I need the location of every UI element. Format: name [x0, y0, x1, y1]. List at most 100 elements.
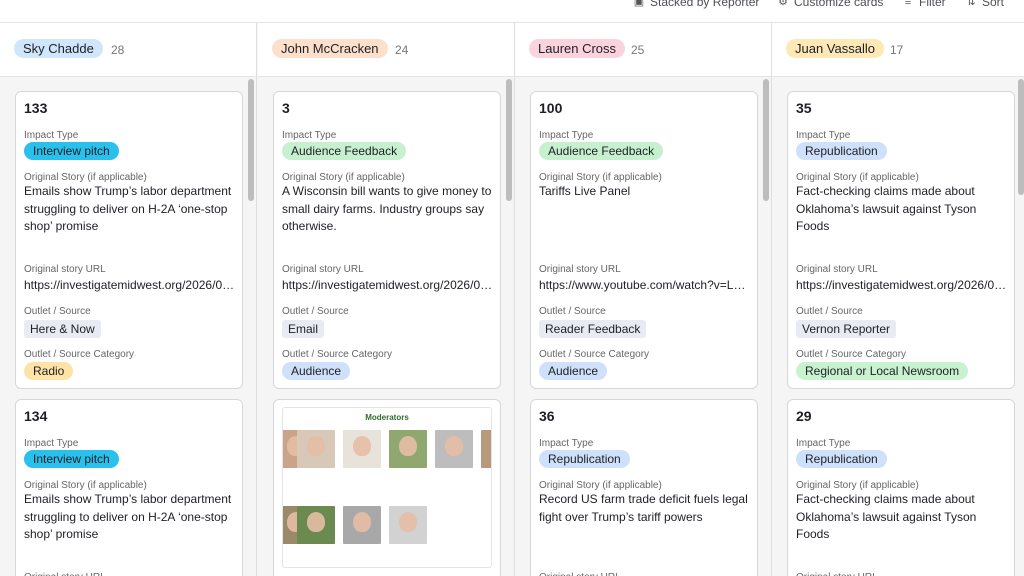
sort-icon: ⇅ [966, 0, 976, 8]
original-url-label: Original story URL [24, 264, 106, 275]
outlet-category-label: Outlet / Source Category [24, 349, 135, 360]
customize-icon: ⚙ [778, 0, 788, 8]
column-count: 28 [111, 43, 125, 57]
record-card[interactable]: 134 Impact Type Interview pitch Original… [15, 399, 243, 576]
moderator-photo [389, 506, 427, 544]
column-count: 25 [631, 43, 645, 57]
impact-type-label: Impact Type [796, 130, 851, 141]
original-story-label: Original Story (if applicable) [539, 172, 662, 183]
record-id: 29 [796, 408, 812, 424]
sort-label: Sort [982, 0, 1005, 9]
original-url-label: Original story URL [539, 264, 621, 275]
filter-label: Filter [919, 0, 946, 9]
column-scrollbar[interactable] [1018, 79, 1024, 195]
column-name[interactable]: John McCracken [272, 39, 388, 58]
moderator-photo [481, 430, 491, 468]
original-url-value[interactable]: https://investigatemidwest.org/2026/01..… [282, 278, 494, 292]
column-header: John McCracken 24 [258, 23, 514, 77]
column-count: 24 [395, 43, 409, 57]
outlet-category-label: Outlet / Source Category [796, 349, 907, 360]
original-story-text: Tariffs Live Panel [539, 184, 631, 198]
original-story-text: Emails show Trump’s labor department str… [24, 184, 232, 233]
column-name[interactable]: Lauren Cross [529, 39, 626, 58]
sort-button[interactable]: ⇅ Sort [965, 0, 1004, 9]
record-id: 100 [539, 100, 563, 116]
original-url-value[interactable]: https://www.youtube.com/watch?v=LQ... [539, 278, 751, 292]
record-id: 36 [539, 408, 555, 424]
outlet-source-label: Outlet / Source [24, 306, 91, 317]
original-url-value[interactable]: https://investigatemidwest.org/2026/01..… [796, 278, 1008, 292]
stacked-by-button[interactable]: ▣ Stacked by Reporter [633, 0, 760, 9]
original-story-label: Original Story (if applicable) [24, 172, 147, 183]
record-card[interactable]: 3 Impact Type Audience Feedback Original… [273, 91, 501, 389]
impact-type-label: Impact Type [24, 130, 79, 141]
column-sky-chadde: Sky Chadde 28 133 Impact Type Interview … [0, 23, 257, 576]
original-story-label: Original Story (if applicable) [796, 480, 919, 491]
customize-cards-button[interactable]: ⚙ Customize cards [777, 0, 883, 9]
original-story-text: Fact-checking claims made about Oklahoma… [796, 492, 977, 541]
moderator-photo [435, 430, 473, 468]
original-story-label: Original Story (if applicable) [282, 172, 405, 183]
stacked-by-label: Stacked by Reporter [650, 0, 760, 9]
outlet-category-pill: Regional or Local Newsroom [796, 362, 969, 380]
record-card[interactable]: Moderators [273, 399, 501, 576]
original-url-label: Original story URL [539, 572, 621, 576]
outlet-category-pill: Radio [24, 362, 74, 380]
original-story-text: A Wisconsin bill wants to give money to … [282, 184, 492, 233]
customize-cards-label: Customize cards [794, 0, 884, 9]
outlet-source-chip: Email [282, 320, 325, 338]
moderator-photo [389, 430, 427, 468]
impact-type-pill: Republication [796, 142, 887, 160]
original-story-text: Fact-checking claims made about Oklahoma… [796, 184, 977, 233]
impact-type-pill: Interview pitch [24, 450, 119, 468]
record-card[interactable]: 100 Impact Type Audience Feedback Origin… [530, 91, 758, 389]
outlet-source-label: Outlet / Source [282, 306, 349, 317]
column-header: Sky Chadde 28 [0, 23, 256, 77]
original-url-label: Original story URL [24, 572, 106, 576]
column-lauren-cross: Lauren Cross 25 100 Impact Type Audience… [515, 23, 772, 576]
column-scrollbar[interactable] [763, 79, 769, 201]
outlet-category-label: Outlet / Source Category [539, 349, 650, 360]
record-card[interactable]: 36 Impact Type Republication Original St… [530, 399, 758, 576]
record-id: 3 [282, 100, 290, 116]
outlet-category-label: Outlet / Source Category [282, 349, 393, 360]
column-john-mccracken: John McCracken 24 3 Impact Type Audience… [258, 23, 515, 576]
impact-type-pill: Republication [539, 450, 630, 468]
kanban-board: Sky Chadde 28 133 Impact Type Interview … [0, 22, 1024, 576]
column-header: Juan Vassallo 17 [772, 23, 1024, 77]
stack-icon: ▣ [633, 0, 645, 8]
impact-type-label: Impact Type [282, 130, 337, 141]
impact-type-pill: Audience Feedback [282, 142, 407, 160]
moderator-photo [297, 506, 335, 544]
impact-type-label: Impact Type [539, 130, 594, 141]
outlet-source-chip: Vernon Reporter [796, 320, 897, 338]
moderator-photo [297, 430, 335, 468]
column-count: 17 [890, 43, 904, 57]
original-url-label: Original story URL [796, 572, 878, 576]
impact-type-label: Impact Type [796, 438, 851, 449]
column-scrollbar[interactable] [506, 79, 512, 201]
outlet-source-label: Outlet / Source [796, 306, 863, 317]
original-story-text: Emails show Trump’s labor department str… [24, 492, 232, 541]
filter-button[interactable]: ≡ Filter [902, 0, 946, 9]
outlet-source-chip: Here & Now [24, 320, 101, 338]
impact-type-pill: Interview pitch [24, 142, 119, 160]
record-card[interactable]: 29 Impact Type Republication Original St… [787, 399, 1015, 576]
original-story-label: Original Story (if applicable) [24, 480, 147, 491]
record-id: 134 [24, 408, 48, 424]
original-url-value[interactable]: https://investigatemidwest.org/2026/03..… [24, 278, 236, 292]
column-scrollbar[interactable] [248, 79, 254, 201]
attachment-image[interactable]: Moderators [282, 407, 492, 568]
original-story-label: Original Story (if applicable) [796, 172, 919, 183]
impact-type-label: Impact Type [539, 438, 594, 449]
record-card[interactable]: 133 Impact Type Interview pitch Original… [15, 91, 243, 389]
original-story-text: Record US farm trade deficit fuels legal… [539, 492, 748, 524]
record-id: 35 [796, 100, 812, 116]
column-name[interactable]: Sky Chadde [14, 39, 103, 58]
column-name[interactable]: Juan Vassallo [786, 39, 884, 58]
column-header: Lauren Cross 25 [515, 23, 771, 77]
record-card[interactable]: 35 Impact Type Republication Original St… [787, 91, 1015, 389]
column-juan-vassallo: Juan Vassallo 17 35 Impact Type Republic… [772, 23, 1024, 576]
outlet-category-pill: Audience [282, 362, 351, 380]
filter-icon: ≡ [904, 0, 912, 8]
